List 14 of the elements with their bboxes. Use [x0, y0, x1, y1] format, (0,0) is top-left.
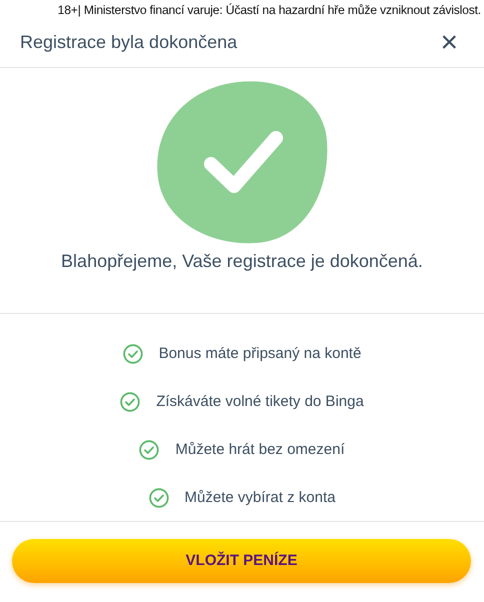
benefit-text: Můžete vybírat z konta	[184, 488, 336, 508]
check-circle-icon	[120, 392, 140, 412]
warning-text: 18+| Ministerstvo financí varuje: Účastí na hazardní hře může vzniknout závislost.	[58, 3, 481, 17]
benefit-text: Můžete hrát bez omezení	[175, 440, 345, 460]
close-button[interactable]: ×	[438, 28, 460, 58]
dialog-title: Registrace byla dokončena	[20, 31, 238, 54]
check-circle-icon	[139, 440, 160, 460]
check-circle-icon	[122, 344, 143, 364]
deposit-button[interactable]: VLOŽIT PENÍZE	[12, 539, 471, 583]
congratulations-message: Blahopřejeme, Vaše registrace je dokončená.	[61, 251, 423, 271]
benefit-text: Získáváte volné tikety do Binga	[156, 392, 364, 412]
success-check-icon	[156, 80, 328, 244]
benefit-text: Bonus máte připsaný na kontě	[158, 344, 362, 364]
check-circle-icon	[148, 488, 169, 508]
